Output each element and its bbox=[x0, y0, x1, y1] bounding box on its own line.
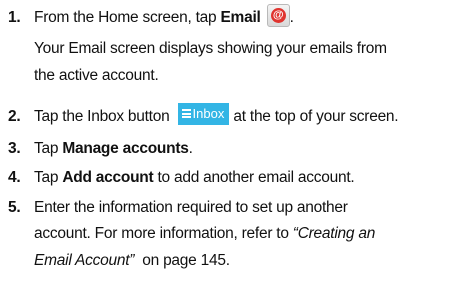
creating-email-account-link[interactable]: “Creating an bbox=[293, 225, 376, 242]
step-4-text: Tap Add account to add another email acc… bbox=[34, 167, 355, 189]
at-sign-icon: @ bbox=[270, 8, 286, 24]
creating-email-account-link-cont[interactable]: Email Account” bbox=[34, 252, 134, 269]
email-app-icon: @ bbox=[266, 4, 290, 28]
step-1-text: From the Home screen, tap Email @. bbox=[34, 4, 294, 29]
step-5-line-2: account. For more information, refer to … bbox=[34, 223, 375, 245]
step-1-post: . bbox=[289, 9, 294, 26]
step-2-text: Tap the Inbox button Inbox at the top of… bbox=[34, 103, 399, 128]
step-4-pre: Tap bbox=[34, 169, 63, 186]
step-number: 3. bbox=[8, 140, 21, 157]
step-5-line-1: Enter the information required to set up… bbox=[34, 199, 348, 216]
step-4-post: to add another email account. bbox=[153, 169, 355, 186]
step-number: 4. bbox=[8, 169, 21, 186]
step-number: 5. bbox=[8, 199, 21, 216]
step-3-post: . bbox=[188, 140, 193, 157]
step-3-pre: Tap bbox=[34, 140, 63, 157]
step-1-note-line-1: Your Email screen displays showing your … bbox=[34, 40, 387, 57]
step-number: 1. bbox=[8, 9, 21, 26]
step-3-manage-accounts: Manage accounts bbox=[62, 140, 189, 157]
step-2-post: at the top of your screen. bbox=[229, 108, 399, 125]
step-number: 2. bbox=[8, 108, 21, 125]
step-3-text: Tap Manage accounts. bbox=[34, 138, 193, 160]
menu-icon bbox=[181, 109, 191, 119]
instruction-page: 1. From the Home screen, tap Email @. You… bbox=[0, 0, 466, 284]
step-5-line-2-pre: account. For more information, refer to bbox=[34, 225, 293, 242]
step-1-note-line-2: the active account. bbox=[34, 67, 159, 84]
step-5-line-3: Email Account” on page 145. bbox=[34, 250, 230, 272]
step-5-page-ref: on page 145. bbox=[134, 252, 230, 269]
step-2-pre: Tap the Inbox button bbox=[34, 108, 174, 125]
inbox-button: Inbox bbox=[177, 103, 230, 126]
inbox-button-label: Inbox bbox=[192, 106, 225, 122]
step-1-email-label: Email bbox=[220, 9, 261, 26]
step-4-add-account: Add account bbox=[62, 169, 154, 186]
step-1-pre: From the Home screen, tap bbox=[34, 9, 221, 26]
